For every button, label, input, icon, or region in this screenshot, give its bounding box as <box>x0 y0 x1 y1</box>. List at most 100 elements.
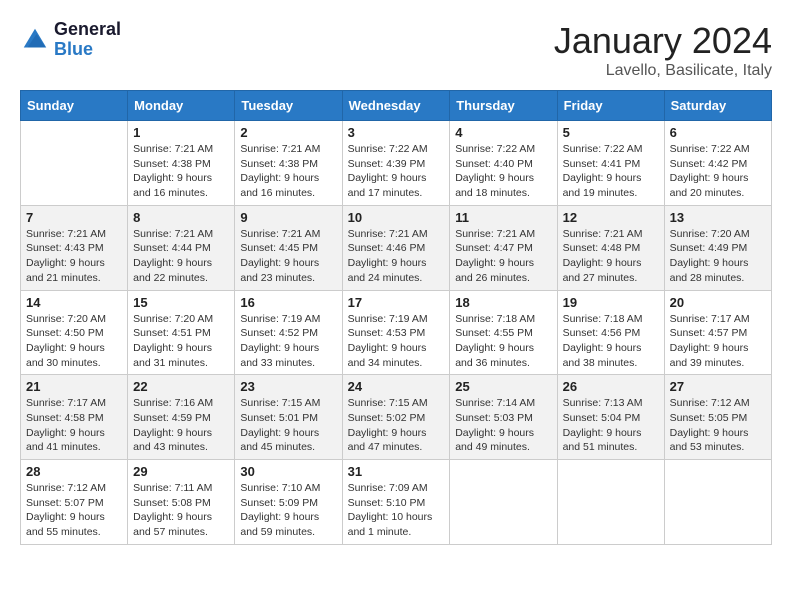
logo-text: General Blue <box>54 20 121 60</box>
day-cell: 2 Sunrise: 7:21 AM Sunset: 4:38 PM Daylig… <box>235 121 342 206</box>
day-cell: 17Sunrise: 7:19 AM Sunset: 4:53 PM Dayli… <box>342 290 450 375</box>
weekday-header-thursday: Thursday <box>450 91 557 121</box>
day-info: Sunrise: 7:21 AM Sunset: 4:47 PM Dayligh… <box>455 227 551 286</box>
day-cell: 3 Sunrise: 7:22 AM Sunset: 4:39 PM Daylig… <box>342 121 450 206</box>
day-info: Sunrise: 7:21 AM Sunset: 4:48 PM Dayligh… <box>563 227 659 286</box>
day-cell: 19Sunrise: 7:18 AM Sunset: 4:56 PM Dayli… <box>557 290 664 375</box>
day-number: 14 <box>26 295 122 310</box>
day-cell: 15 Sunrise: 7:20 AM Sunset: 4:51 PM Dayli… <box>128 290 235 375</box>
day-number: 13 <box>670 210 766 225</box>
day-number: 27 <box>670 379 766 394</box>
day-cell <box>450 460 557 545</box>
day-cell: 7Sunrise: 7:21 AM Sunset: 4:43 PM Daylig… <box>21 205 128 290</box>
day-cell: 13 Sunrise: 7:20 AM Sunset: 4:49 PM Dayli… <box>664 205 771 290</box>
day-number: 2 <box>240 125 336 140</box>
day-info: Sunrise: 7:10 AM Sunset: 5:09 PM Dayligh… <box>240 481 336 540</box>
weekday-header-row: SundayMondayTuesdayWednesdayThursdayFrid… <box>21 91 772 121</box>
day-cell: 26Sunrise: 7:13 AM Sunset: 5:04 PM Dayli… <box>557 375 664 460</box>
day-info: Sunrise: 7:09 AM Sunset: 5:10 PM Dayligh… <box>348 481 445 540</box>
weekday-header-tuesday: Tuesday <box>235 91 342 121</box>
day-info: Sunrise: 7:20 AM Sunset: 4:51 PM Dayligh… <box>133 312 229 371</box>
day-info: Sunrise: 7:21 AM Sunset: 4:38 PM Dayligh… <box>240 142 336 201</box>
day-number: 26 <box>563 379 659 394</box>
week-row-1: 1 Sunrise: 7:21 AM Sunset: 4:38 PM Daylig… <box>21 121 772 206</box>
day-cell: 4 Sunrise: 7:22 AM Sunset: 4:40 PM Daylig… <box>450 121 557 206</box>
week-row-3: 14 Sunrise: 7:20 AM Sunset: 4:50 PM Dayli… <box>21 290 772 375</box>
week-row-5: 28 Sunrise: 7:12 AM Sunset: 5:07 PM Dayli… <box>21 460 772 545</box>
day-info: Sunrise: 7:14 AM Sunset: 5:03 PM Dayligh… <box>455 396 551 455</box>
title-block: January 2024 Lavello, Basilicate, Italy <box>554 20 772 80</box>
week-row-4: 21Sunrise: 7:17 AM Sunset: 4:58 PM Dayli… <box>21 375 772 460</box>
day-cell: 29 Sunrise: 7:11 AM Sunset: 5:08 PM Dayli… <box>128 460 235 545</box>
day-cell: 11 Sunrise: 7:21 AM Sunset: 4:47 PM Dayli… <box>450 205 557 290</box>
day-cell: 16 Sunrise: 7:19 AM Sunset: 4:52 PM Dayli… <box>235 290 342 375</box>
day-number: 17 <box>348 295 445 310</box>
day-number: 28 <box>26 464 122 479</box>
day-cell: 6Sunrise: 7:22 AM Sunset: 4:42 PM Daylig… <box>664 121 771 206</box>
day-number: 30 <box>240 464 336 479</box>
logo-icon <box>20 25 50 55</box>
day-cell: 10 Sunrise: 7:21 AM Sunset: 4:46 PM Dayli… <box>342 205 450 290</box>
day-cell <box>557 460 664 545</box>
day-info: Sunrise: 7:21 AM Sunset: 4:46 PM Dayligh… <box>348 227 445 286</box>
day-info: Sunrise: 7:12 AM Sunset: 5:07 PM Dayligh… <box>26 481 122 540</box>
day-info: Sunrise: 7:17 AM Sunset: 4:58 PM Dayligh… <box>26 396 122 455</box>
day-info: Sunrise: 7:15 AM Sunset: 5:01 PM Dayligh… <box>240 396 336 455</box>
week-row-2: 7Sunrise: 7:21 AM Sunset: 4:43 PM Daylig… <box>21 205 772 290</box>
weekday-header-saturday: Saturday <box>664 91 771 121</box>
day-number: 12 <box>563 210 659 225</box>
day-info: Sunrise: 7:18 AM Sunset: 4:55 PM Dayligh… <box>455 312 551 371</box>
weekday-header-monday: Monday <box>128 91 235 121</box>
day-cell: 24 Sunrise: 7:15 AM Sunset: 5:02 PM Dayli… <box>342 375 450 460</box>
day-number: 5 <box>563 125 659 140</box>
month-title: January 2024 <box>554 20 772 62</box>
day-info: Sunrise: 7:20 AM Sunset: 4:49 PM Dayligh… <box>670 227 766 286</box>
day-info: Sunrise: 7:19 AM Sunset: 4:52 PM Dayligh… <box>240 312 336 371</box>
day-cell: 12 Sunrise: 7:21 AM Sunset: 4:48 PM Dayli… <box>557 205 664 290</box>
weekday-header-wednesday: Wednesday <box>342 91 450 121</box>
day-cell: 23 Sunrise: 7:15 AM Sunset: 5:01 PM Dayli… <box>235 375 342 460</box>
day-info: Sunrise: 7:21 AM Sunset: 4:44 PM Dayligh… <box>133 227 229 286</box>
weekday-header-sunday: Sunday <box>21 91 128 121</box>
day-info: Sunrise: 7:18 AM Sunset: 4:56 PM Dayligh… <box>563 312 659 371</box>
day-number: 24 <box>348 379 445 394</box>
calendar-table: SundayMondayTuesdayWednesdayThursdayFrid… <box>20 90 772 545</box>
day-info: Sunrise: 7:20 AM Sunset: 4:50 PM Dayligh… <box>26 312 122 371</box>
day-info: Sunrise: 7:21 AM Sunset: 4:38 PM Dayligh… <box>133 142 229 201</box>
location: Lavello, Basilicate, Italy <box>554 62 772 80</box>
day-cell: 18 Sunrise: 7:18 AM Sunset: 4:55 PM Dayli… <box>450 290 557 375</box>
day-cell: 30 Sunrise: 7:10 AM Sunset: 5:09 PM Dayli… <box>235 460 342 545</box>
day-cell: 28 Sunrise: 7:12 AM Sunset: 5:07 PM Dayli… <box>21 460 128 545</box>
day-cell: 31Sunrise: 7:09 AM Sunset: 5:10 PM Dayli… <box>342 460 450 545</box>
day-cell: 25 Sunrise: 7:14 AM Sunset: 5:03 PM Dayli… <box>450 375 557 460</box>
day-info: Sunrise: 7:22 AM Sunset: 4:40 PM Dayligh… <box>455 142 551 201</box>
day-cell: 8 Sunrise: 7:21 AM Sunset: 4:44 PM Daylig… <box>128 205 235 290</box>
day-info: Sunrise: 7:11 AM Sunset: 5:08 PM Dayligh… <box>133 481 229 540</box>
day-number: 25 <box>455 379 551 394</box>
day-number: 6 <box>670 125 766 140</box>
day-number: 11 <box>455 210 551 225</box>
day-info: Sunrise: 7:21 AM Sunset: 4:45 PM Dayligh… <box>240 227 336 286</box>
day-info: Sunrise: 7:15 AM Sunset: 5:02 PM Dayligh… <box>348 396 445 455</box>
day-number: 18 <box>455 295 551 310</box>
day-number: 15 <box>133 295 229 310</box>
day-number: 20 <box>670 295 766 310</box>
day-info: Sunrise: 7:12 AM Sunset: 5:05 PM Dayligh… <box>670 396 766 455</box>
day-number: 4 <box>455 125 551 140</box>
day-info: Sunrise: 7:17 AM Sunset: 4:57 PM Dayligh… <box>670 312 766 371</box>
day-number: 1 <box>133 125 229 140</box>
day-number: 29 <box>133 464 229 479</box>
day-cell <box>21 121 128 206</box>
day-number: 8 <box>133 210 229 225</box>
day-number: 10 <box>348 210 445 225</box>
day-number: 23 <box>240 379 336 394</box>
day-number: 3 <box>348 125 445 140</box>
day-cell: 22 Sunrise: 7:16 AM Sunset: 4:59 PM Dayli… <box>128 375 235 460</box>
logo: General Blue <box>20 20 121 60</box>
day-info: Sunrise: 7:16 AM Sunset: 4:59 PM Dayligh… <box>133 396 229 455</box>
day-cell: 9Sunrise: 7:21 AM Sunset: 4:45 PM Daylig… <box>235 205 342 290</box>
day-number: 22 <box>133 379 229 394</box>
day-info: Sunrise: 7:22 AM Sunset: 4:39 PM Dayligh… <box>348 142 445 201</box>
day-number: 16 <box>240 295 336 310</box>
day-cell: 21Sunrise: 7:17 AM Sunset: 4:58 PM Dayli… <box>21 375 128 460</box>
